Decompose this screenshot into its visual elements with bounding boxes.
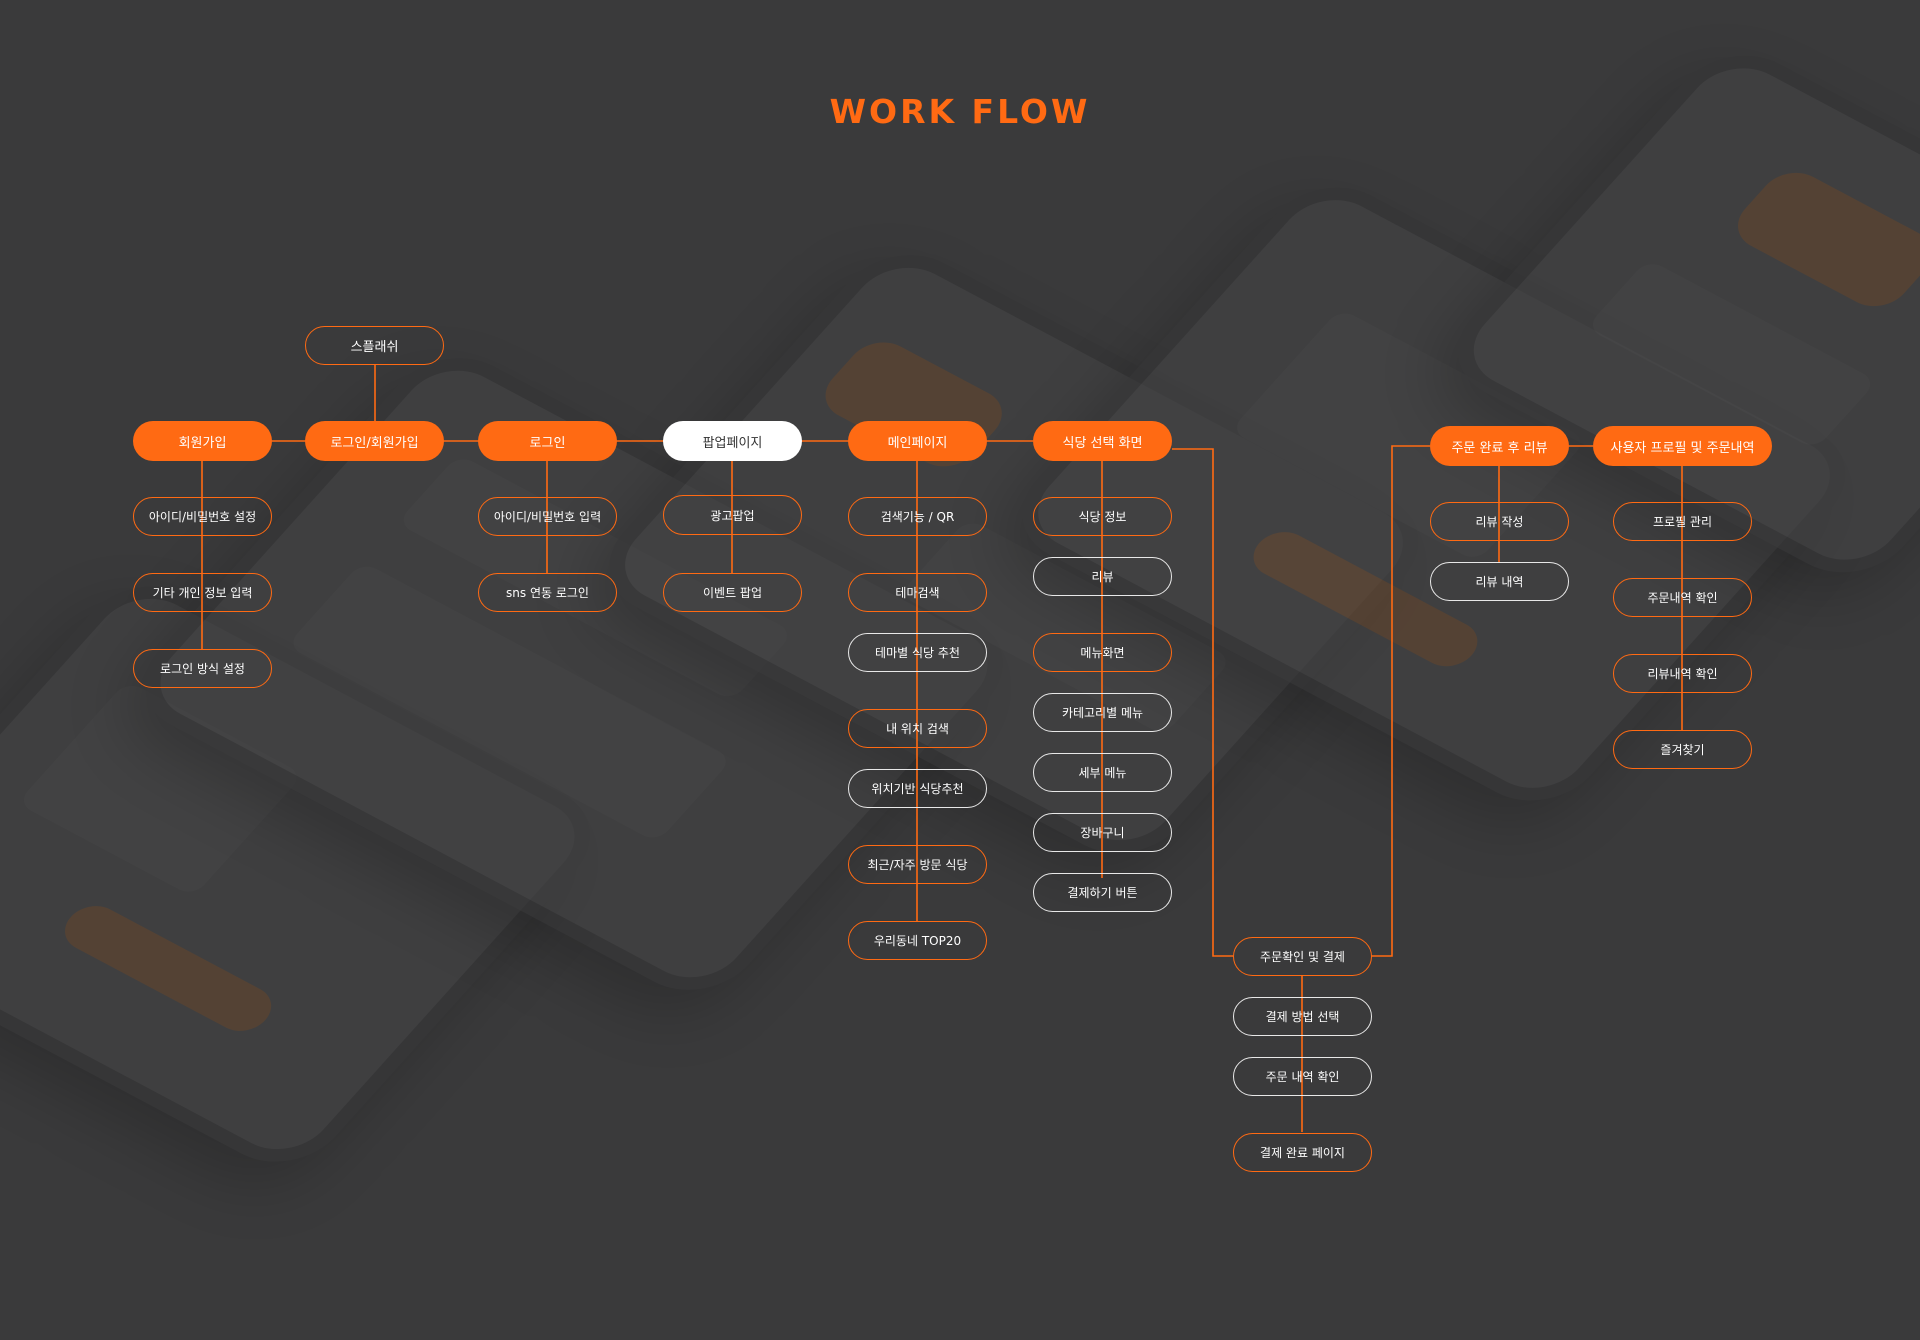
- node-signup-id[interactable]: 아이디/비밀번호 설정: [133, 497, 272, 536]
- node-review-after-order[interactable]: 주문 완료 후 리뷰: [1430, 426, 1569, 466]
- node-signup-method[interactable]: 로그인 방식 설정: [133, 649, 272, 688]
- node-signup-info[interactable]: 기타 개인 정보 입력: [133, 573, 272, 612]
- node-main-theme[interactable]: 테마검색: [848, 573, 987, 612]
- node-login-id[interactable]: 아이디/비밀번호 입력: [478, 497, 617, 536]
- node-order-confirm[interactable]: 주문확인 및 결제: [1233, 937, 1372, 976]
- node-order-check[interactable]: 주문 내역 확인: [1233, 1057, 1372, 1096]
- node-restaurant-select[interactable]: 식당 선택 화면: [1033, 421, 1172, 461]
- node-profile-review-history[interactable]: 리뷰내역 확인: [1613, 654, 1752, 693]
- node-restaurant-detail-menu[interactable]: 세부 메뉴: [1033, 753, 1172, 792]
- node-profile-manage[interactable]: 프로필 관리: [1613, 502, 1752, 541]
- node-main-top20[interactable]: 우리동네 TOP20: [848, 921, 987, 960]
- node-main-location-rec[interactable]: 위치기반 식당추천: [848, 769, 987, 808]
- node-profile-orders[interactable]: 사용자 프로필 및 주문내역: [1593, 426, 1772, 466]
- node-popup[interactable]: 팝업페이지: [663, 421, 802, 461]
- node-popup-event[interactable]: 이벤트 팝업: [663, 573, 802, 612]
- node-review-write[interactable]: 리뷰 작성: [1430, 502, 1569, 541]
- node-login[interactable]: 로그인: [478, 421, 617, 461]
- node-main-recent[interactable]: 최근/자주 방문 식당: [848, 845, 987, 884]
- node-restaurant-cart[interactable]: 장바구니: [1033, 813, 1172, 852]
- node-pay-done[interactable]: 결제 완료 페이지: [1233, 1133, 1372, 1172]
- node-signup[interactable]: 회원가입: [133, 421, 272, 461]
- node-main-theme-rec[interactable]: 테마별 식당 추천: [848, 633, 987, 672]
- node-restaurant-review[interactable]: 리뷰: [1033, 557, 1172, 596]
- workflow-diagram: WORK FLOW 스플래쉬 회원가입 로그인/회원가입 로그인 팝업페이지 메…: [0, 0, 1920, 1340]
- node-restaurant-menu[interactable]: 메뉴화면: [1033, 633, 1172, 672]
- node-profile-favorites[interactable]: 즐겨찾기: [1613, 730, 1752, 769]
- node-restaurant-category-menu[interactable]: 카테고리별 메뉴: [1033, 693, 1172, 732]
- node-main-page[interactable]: 메인페이지: [848, 421, 987, 461]
- node-login-signup[interactable]: 로그인/회원가입: [305, 421, 444, 461]
- node-restaurant-pay-button[interactable]: 결제하기 버튼: [1033, 873, 1172, 912]
- node-main-search[interactable]: 검색기능 / QR: [848, 497, 987, 536]
- node-popup-ad[interactable]: 광고팝업: [663, 495, 802, 535]
- node-review-list[interactable]: 리뷰 내역: [1430, 562, 1569, 601]
- node-profile-order-history[interactable]: 주문내역 확인: [1613, 578, 1752, 617]
- node-splash[interactable]: 스플래쉬: [305, 326, 444, 365]
- node-restaurant-info[interactable]: 식당 정보: [1033, 497, 1172, 536]
- node-main-my-location[interactable]: 내 위치 검색: [848, 709, 987, 748]
- node-login-sns[interactable]: sns 연동 로그인: [478, 573, 617, 612]
- node-pay-method[interactable]: 결제 방법 선택: [1233, 997, 1372, 1036]
